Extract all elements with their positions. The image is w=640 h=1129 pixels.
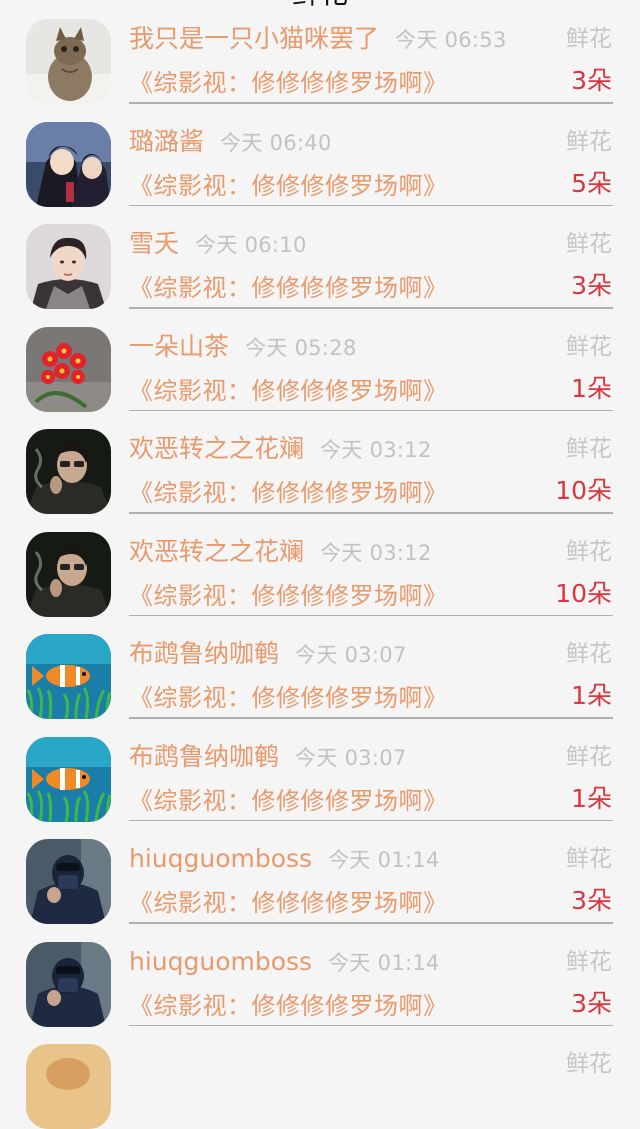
timestamp: 今天 05:28 xyxy=(245,335,357,360)
gift-type: 鲜花 xyxy=(566,641,612,667)
gift-count: 1朵 xyxy=(571,681,612,710)
user-name[interactable]: 一朵山茶 今天 05:28 xyxy=(129,330,357,365)
avatar[interactable] xyxy=(26,121,111,207)
gift-count: 3朵 xyxy=(571,988,612,1018)
list-item[interactable]: 一朵山茶 今天 05:28 鲜花《综影视：修修修修罗场啊》 1朵 xyxy=(0,308,640,412)
timestamp: 今天 01:14 xyxy=(328,848,440,872)
user-name[interactable]: 布鹉鲁纳咖鹌 今天 03:07 xyxy=(129,740,407,775)
user-name-label: 布鹉鲁纳咖鹌 xyxy=(129,639,280,668)
gift-count: 1朵 xyxy=(571,783,612,813)
user-name-label: 一朵山茶 xyxy=(129,331,230,361)
list-item[interactable]: 我只是一只小猫咪罢了 今天 06:53 鲜花《综影视：修修修修罗场啊》 3朵 xyxy=(0,0,640,104)
user-name[interactable]: 布鹉鲁纳咖鹌 今天 03:07 xyxy=(129,637,407,672)
list-item[interactable]: 雪夭 今天 06:10 鲜花《综影视：修修修修罗场啊》 3朵 xyxy=(0,205,640,309)
book-title-link[interactable]: 《综影视：修修修修罗场啊》 xyxy=(129,476,448,510)
avatar[interactable] xyxy=(26,19,111,104)
list-item[interactable]: 鲜花 xyxy=(0,1025,640,1129)
gift-type: 鲜花 xyxy=(566,26,612,52)
timestamp: 今天 03:07 xyxy=(295,745,407,770)
avatar[interactable] xyxy=(26,1044,111,1129)
user-name[interactable]: 欢恶转之之花斓 今天 03:12 xyxy=(129,432,432,467)
book-title-link[interactable]: 《综影视：修修修修罗场啊》 xyxy=(129,374,448,408)
book-title-link[interactable]: 《综影视：修修修修罗场啊》 xyxy=(129,271,448,305)
timestamp: 今天 06:10 xyxy=(195,233,307,257)
gift-type: 鲜花 xyxy=(566,1051,612,1077)
avatar[interactable] xyxy=(26,531,111,617)
gift-type: 鲜花 xyxy=(566,948,612,975)
user-name-label: 璐潞酱 xyxy=(129,126,205,156)
book-title-link[interactable]: 《综影视：修修修修罗场啊》 xyxy=(129,784,448,818)
list-item[interactable]: 欢恶转之之花斓 今天 03:12 鲜花《综影视：修修修修罗场啊》 10朵 xyxy=(0,513,640,617)
user-name-label: 我只是一只小猫咪罢了 xyxy=(129,24,380,53)
gift-type: 鲜花 xyxy=(566,333,612,360)
gift-type: 鲜花 xyxy=(566,128,612,155)
list-item[interactable]: 璐潞酱 今天 06:40 鲜花《综影视：修修修修罗场啊》 5朵 xyxy=(0,103,640,207)
timestamp: 今天 01:14 xyxy=(328,950,440,975)
gift-type: 鲜花 xyxy=(566,436,612,462)
gift-type: 鲜花 xyxy=(566,846,612,872)
gift-count: 10朵 xyxy=(555,578,612,608)
gift-type: 鲜花 xyxy=(566,538,612,565)
list-item[interactable]: 布鹉鲁纳咖鹌 今天 03:07 鲜花《综影视：修修修修罗场啊》 1朵 xyxy=(0,615,640,719)
user-name[interactable]: hiuqguomboss 今天 01:14 xyxy=(129,945,440,980)
gift-count: 3朵 xyxy=(571,271,612,300)
avatar[interactable] xyxy=(26,941,111,1027)
avatar[interactable] xyxy=(26,224,111,309)
gift-count: 1朵 xyxy=(571,373,612,403)
user-name[interactable]: 璐潞酱 今天 06:40 xyxy=(129,125,332,160)
user-name-label: hiuqguomboss xyxy=(129,844,313,873)
list-item[interactable]: 布鹉鲁纳咖鹌 今天 03:07 鲜花《综影视：修修修修罗场啊》 1朵 xyxy=(0,718,640,822)
user-name-label: 欢恶转之之花斓 xyxy=(129,434,305,463)
gift-count: 5朵 xyxy=(571,168,612,198)
user-name-label: hiuqguomboss xyxy=(129,946,313,976)
user-name[interactable]: 欢恶转之之花斓 今天 03:12 xyxy=(129,535,432,570)
book-title-link[interactable]: 《综影视：修修修修罗场啊》 xyxy=(129,681,448,715)
gift-type: 鲜花 xyxy=(566,231,612,257)
list-item[interactable]: 欢恶转之之花斓 今天 03:12 鲜花《综影视：修修修修罗场啊》 10朵 xyxy=(0,410,640,514)
user-name[interactable]: 雪夭 今天 06:10 xyxy=(129,227,307,262)
gift-count: 3朵 xyxy=(571,66,612,95)
user-name-label: 雪夭 xyxy=(129,229,180,258)
avatar[interactable] xyxy=(26,634,111,719)
timestamp: 今天 06:53 xyxy=(395,28,507,52)
book-title-link[interactable]: 《综影视：修修修修罗场啊》 xyxy=(129,886,448,920)
user-name-label: 欢恶转之之花斓 xyxy=(129,536,305,566)
avatar[interactable] xyxy=(26,839,111,924)
timestamp: 今天 03:12 xyxy=(320,540,432,565)
timestamp: 今天 03:12 xyxy=(320,438,432,462)
user-name[interactable] xyxy=(129,1047,145,1082)
user-name[interactable]: hiuqguomboss 今天 01:14 xyxy=(129,842,440,877)
gift-type: 鲜花 xyxy=(566,743,612,770)
avatar[interactable] xyxy=(26,429,111,514)
flower-gift-list: 我只是一只小猫咪罢了 今天 06:53 鲜花 《综影视：修修修修罗场啊》 3朵 璐潞酱今… xyxy=(0,0,640,1129)
list-item[interactable]: hiuqguomboss 今天 01:14 鲜花《综影视：修修修修罗场啊》 3朵 xyxy=(0,820,640,924)
gift-count: 3朵 xyxy=(571,886,612,915)
avatar[interactable] xyxy=(26,326,111,412)
avatar[interactable] xyxy=(26,736,111,822)
book-title-link[interactable]: 《综影视：修修修修罗场啊》 xyxy=(129,579,448,613)
user-name-label: 布鹉鲁纳咖鹌 xyxy=(129,741,280,771)
book-title-link[interactable]: 《综影视：修修修修罗场啊》 xyxy=(129,66,448,100)
book-title-link[interactable]: 《综影视：修修修修罗场啊》 xyxy=(129,989,448,1023)
user-name[interactable]: 我只是一只小猫咪罢了 今天 06:53 xyxy=(129,22,507,57)
gift-count: 10朵 xyxy=(555,476,612,505)
list-item[interactable]: hiuqguomboss 今天 01:14 鲜花《综影视：修修修修罗场啊》 3朵 xyxy=(0,923,640,1027)
book-title-link[interactable]: 《综影视：修修修修罗场啊》 xyxy=(129,169,448,203)
timestamp: 今天 03:07 xyxy=(295,643,407,667)
timestamp: 今天 06:40 xyxy=(220,130,332,155)
